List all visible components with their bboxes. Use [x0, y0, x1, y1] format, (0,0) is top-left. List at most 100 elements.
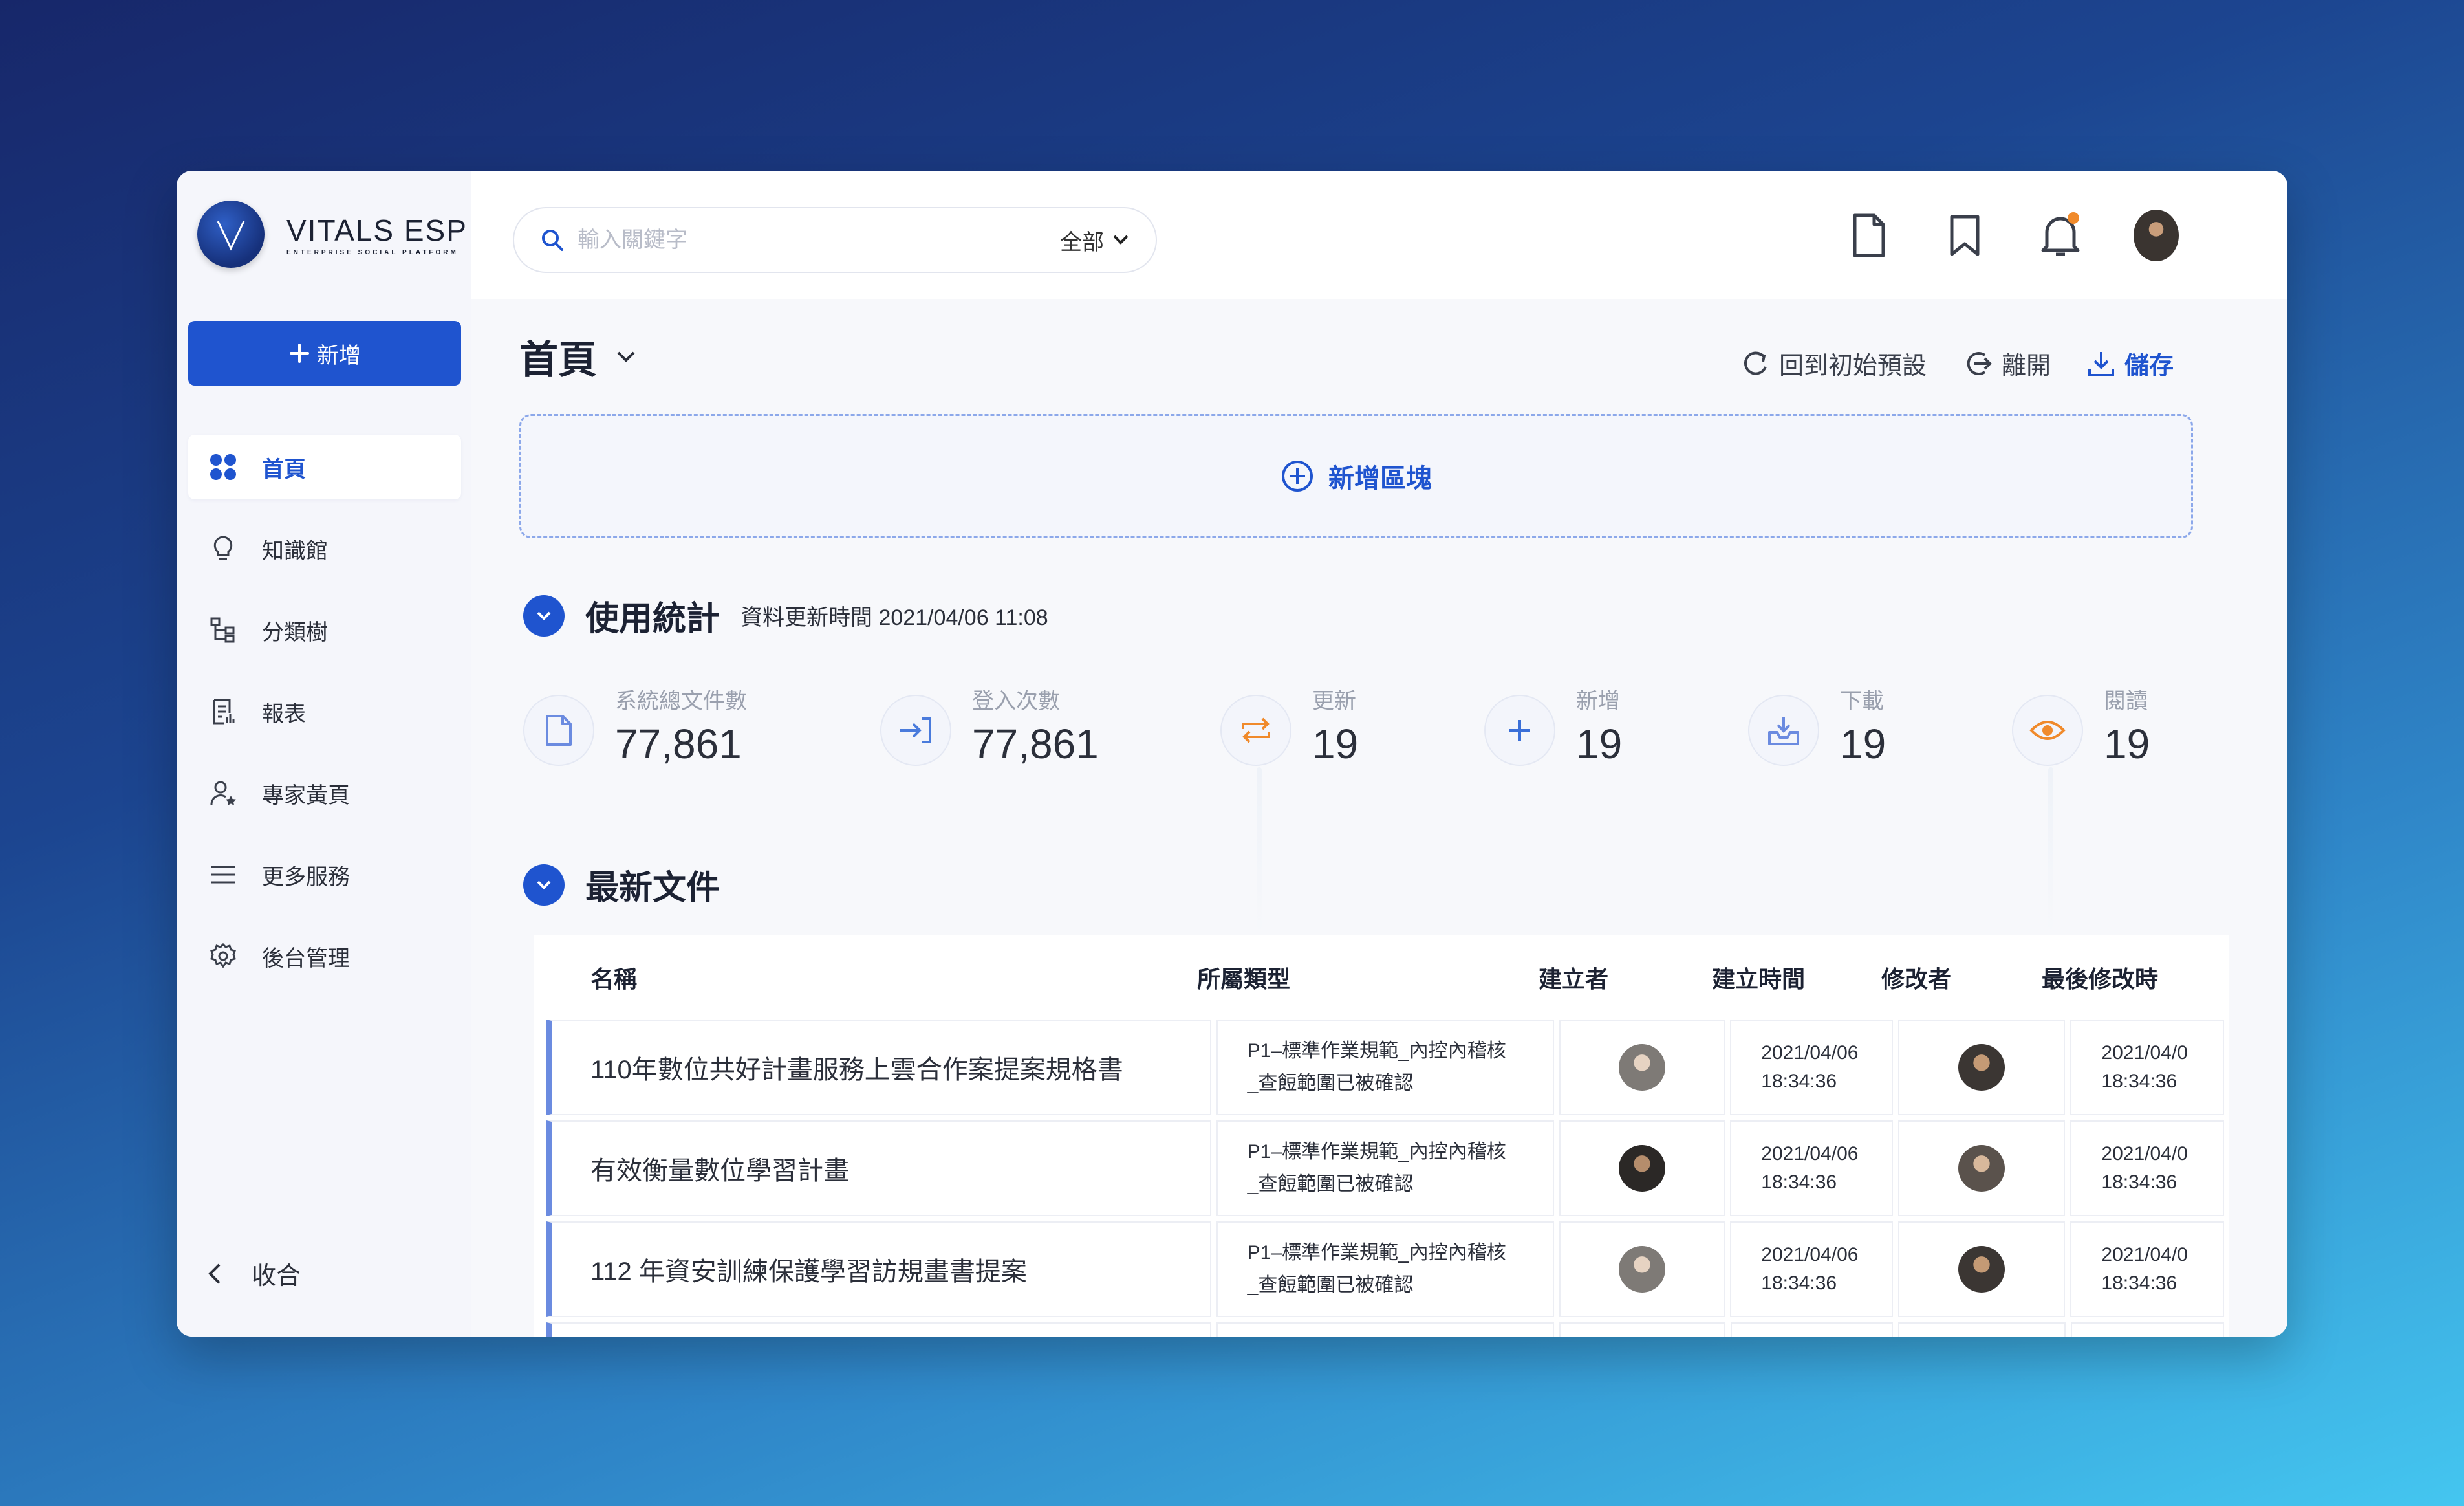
reset-default-label: 回到初始預設 [1778, 353, 1927, 380]
doc-name[interactable]: 110年數位共好計畫服務上雲合作案提案規格書 [546, 1020, 1211, 1115]
avatar[interactable] [1618, 1044, 1665, 1091]
bookmark-icon [1950, 215, 1980, 256]
notification-button[interactable] [2038, 210, 2083, 261]
stat-new[interactable]: 新增 19 [1484, 683, 1622, 768]
notification-dot [2068, 212, 2079, 224]
sidebar-item-label: 首頁 [262, 457, 306, 482]
chevron-down-icon [537, 880, 551, 889]
column-header-modifier[interactable]: 修改者 [1881, 961, 2042, 994]
plus-icon [290, 344, 309, 363]
avatar [2134, 210, 2179, 261]
table-header: 名稱 所屬類型 建立者 建立時間 修改者 最後修改時 [534, 935, 2229, 1020]
stat-reads[interactable]: 閱讀 19 [2012, 683, 2150, 768]
plus-icon [1484, 695, 1555, 766]
avatar[interactable] [1958, 1246, 2005, 1293]
tree-icon [206, 613, 240, 647]
modified-clock: 18:34:36 [2101, 1172, 2178, 1193]
stat-login-count[interactable]: 登入次數 77,861 [880, 683, 1099, 768]
exit-icon [1967, 351, 1992, 375]
bulb-icon [206, 532, 240, 565]
doc-type: P1–標準作業規範_內控內稽核 _查餖範圍已被確認 [1216, 1120, 1554, 1216]
top-bar: 全部 [471, 171, 2287, 299]
sidebar-item-home[interactable]: 首頁 [188, 435, 461, 499]
stat-label: 系統總文件數 [615, 689, 747, 714]
plus-circle-icon [1282, 461, 1313, 492]
inbox-download-icon [1748, 695, 1819, 766]
stat-value: 19 [1576, 721, 1623, 767]
login-icon [880, 695, 951, 766]
stat-value: 77,861 [615, 721, 742, 767]
reset-default-button[interactable]: 回到初始預設 [1740, 345, 1927, 381]
modified-time: 2021/04/0 18:34:36 [2070, 1221, 2224, 1317]
stat-label: 新增 [1576, 689, 1620, 714]
chevron-left-icon [208, 1263, 221, 1283]
created-time: 2021/04/06 18:34:36 [1730, 1120, 1893, 1216]
modified-time [2070, 1322, 2224, 1337]
eye-icon [2012, 695, 2083, 766]
doc-type [1216, 1322, 1555, 1337]
grid-icon [206, 450, 240, 484]
sidebar: VITALS ESP ENTERPRISE SOCIAL PLATFORM 新增… [177, 171, 471, 1337]
doc-name[interactable]: 112 年資安訓練保護學習訪規畫書提案 [546, 1221, 1211, 1317]
column-header-modified-time[interactable]: 最後修改時 [2042, 961, 2171, 994]
new-button[interactable]: 新增 [188, 321, 461, 386]
search-input[interactable] [578, 227, 1060, 253]
add-block-button[interactable]: 新增區塊 [519, 414, 2193, 538]
user-avatar-button[interactable] [2134, 210, 2179, 261]
sidebar-item-admin[interactable]: 後台管理 [188, 924, 461, 988]
avatar[interactable] [1958, 1044, 2005, 1091]
page-header[interactable]: 首頁 [519, 329, 637, 385]
modified-time: 2021/04/0 18:34:36 [2070, 1120, 2224, 1216]
stats-section-toggle[interactable] [523, 595, 565, 637]
doc-type: P1–標準作業規範_內控內稽核 _查餖範圍已被確認 [1216, 1221, 1554, 1317]
column-header-name[interactable]: 名稱 [534, 961, 1197, 994]
chevron-down-icon [1113, 235, 1129, 245]
column-header-creator[interactable]: 建立者 [1539, 961, 1712, 994]
divider [1257, 767, 1262, 935]
download-icon [2088, 351, 2114, 376]
page-actions: 回到初始預設 離開 儲存 [1740, 345, 2174, 381]
search-scope-dropdown[interactable]: 全部 [1060, 224, 1130, 256]
save-label: 儲存 [2124, 353, 2174, 380]
sidebar-item-experts[interactable]: 專家黃頁 [188, 761, 461, 825]
sidebar-item-reports[interactable]: 報表 [188, 679, 461, 744]
stat-updates[interactable]: 更新 19 [1220, 683, 1358, 768]
search-icon [542, 230, 563, 251]
doc-type-line: _查餖範圍已被確認 [1247, 1173, 1414, 1195]
table-row[interactable]: 110年數位共好計畫服務上雲合作案提案規格書 P1–標準作業規範_內控內稽核 _查… [546, 1020, 2229, 1115]
leave-button[interactable]: 離開 [1963, 345, 2051, 381]
menu-icon [206, 858, 240, 891]
stats-row: 系統總文件數 77,861 登入次數 77,861 更新 19 新增 19 下載… [523, 683, 2205, 935]
stat-downloads[interactable]: 下載 19 [1748, 683, 1886, 768]
brand[interactable]: VITALS ESP ENTERPRISE SOCIAL PLATFORM [197, 201, 468, 268]
sidebar-item-label: 專家黃頁 [262, 783, 350, 808]
creator-cell [1559, 1221, 1725, 1317]
collapse-button[interactable]: 收合 [206, 1256, 301, 1291]
stat-total-documents[interactable]: 系統總文件數 77,861 [523, 683, 747, 768]
save-button[interactable]: 儲存 [2087, 345, 2174, 381]
page-title: 首頁 [519, 338, 597, 382]
table-row[interactable]: 有效衡量數位學習計畫 P1–標準作業規範_內控內稽核 _查餖範圍已被確認 2021… [546, 1120, 2229, 1216]
sidebar-nav: 首頁 知識館 分類樹 報表 專家黃頁 更多服務 後台管理 [188, 435, 461, 1005]
modified-clock: 18:34:36 [2101, 1071, 2178, 1092]
doc-type-line: _查餖範圍已被確認 [1247, 1073, 1414, 1094]
column-header-type[interactable]: 所屬類型 [1197, 961, 1539, 994]
docs-section-toggle[interactable] [523, 864, 565, 906]
document-button[interactable] [1846, 210, 1892, 261]
collapse-label: 收合 [252, 1263, 301, 1290]
refresh-icon [1744, 351, 1767, 375]
avatar[interactable] [1618, 1145, 1665, 1192]
table-row[interactable]: 112 年資安訓練保護學習訪規畫書提案 P1–標準作業規範_內控內稽核 _查餖範圍… [546, 1221, 2229, 1317]
doc-name[interactable]: 有效衡量數位學習計畫 [546, 1120, 1211, 1216]
sidebar-item-knowledge[interactable]: 知識館 [188, 516, 461, 581]
docs-section-header: 最新文件 [523, 860, 720, 909]
avatar[interactable] [1618, 1246, 1665, 1293]
column-header-created-time[interactable]: 建立時間 [1712, 961, 1881, 994]
bookmark-button[interactable] [1942, 210, 1987, 261]
created-clock: 18:34:36 [1761, 1071, 1837, 1092]
doc-name [546, 1322, 1212, 1337]
avatar[interactable] [1958, 1145, 2005, 1192]
modifier-cell [1897, 1120, 2066, 1216]
sidebar-item-category-tree[interactable]: 分類樹 [188, 598, 461, 662]
sidebar-item-more-services[interactable]: 更多服務 [188, 842, 461, 907]
